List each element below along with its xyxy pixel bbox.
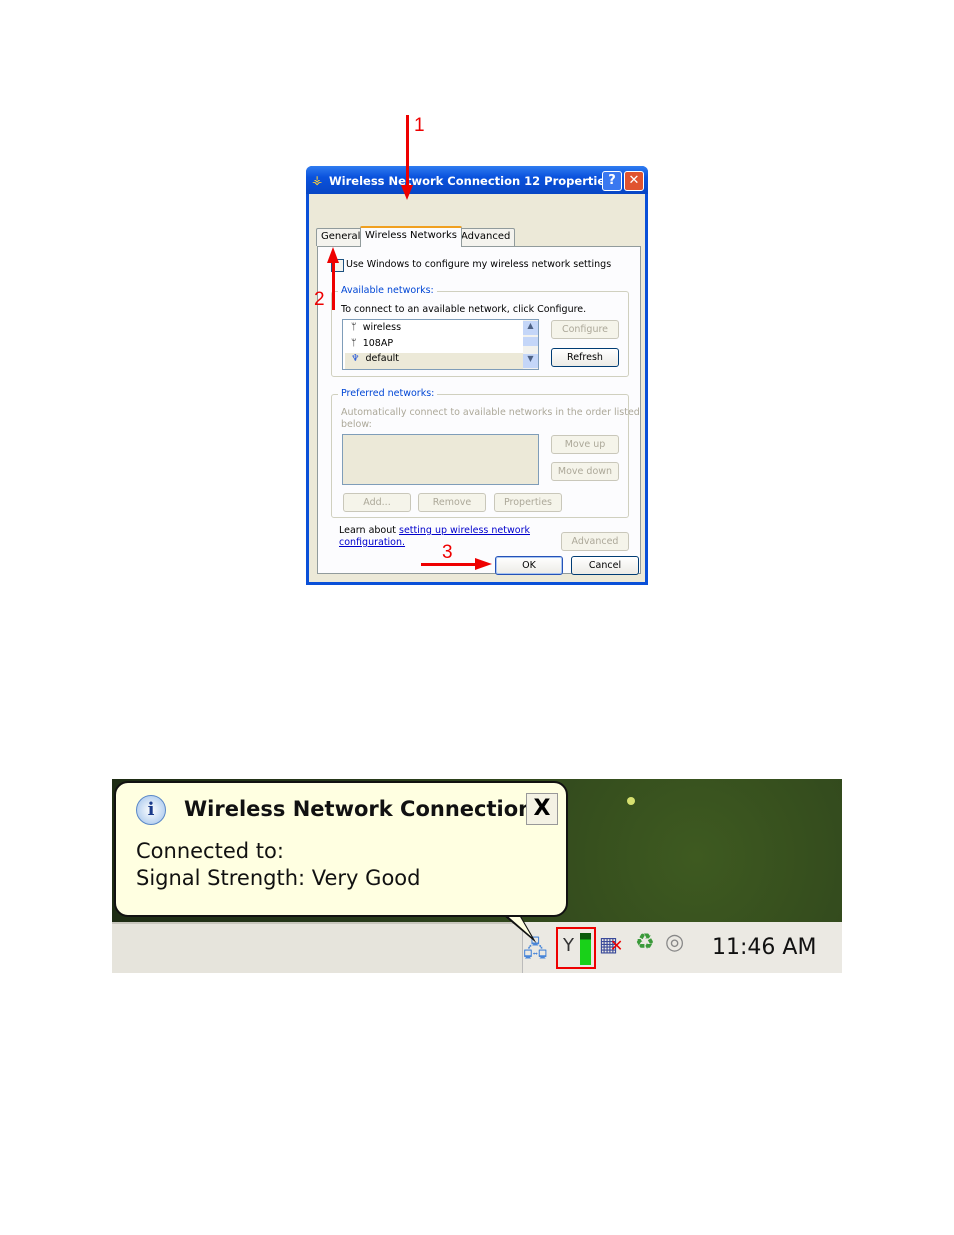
network-icon: ⚶ (312, 173, 323, 187)
preferred-hint-2: below: (341, 419, 372, 430)
wireless-signal-icon[interactable]: Y (556, 927, 596, 969)
notification-close-button[interactable]: X (526, 793, 558, 825)
use-windows-label: Use Windows to configure my wireless net… (346, 259, 612, 270)
step-2-label: 2 (314, 289, 325, 310)
title-bar: ⚶ Wireless Network Connection 12 Propert… (306, 166, 648, 194)
close-button[interactable]: ✕ (624, 171, 644, 191)
antenna-icon: ᛘ (351, 322, 357, 333)
disconnected-network-icon[interactable]: ▦✕ (599, 932, 623, 956)
notification-line-1: Connected to: (136, 839, 284, 863)
available-networks-title: Available networks: (338, 285, 437, 296)
notification-title: Wireless Network Connection (184, 797, 534, 821)
ok-button[interactable]: OK (495, 556, 563, 575)
preferred-networks-list[interactable] (342, 434, 539, 485)
properties-dialog: ⚶ Wireless Network Connection 12 Propert… (306, 166, 648, 585)
arrow-3-head (475, 558, 492, 570)
info-icon: i (136, 795, 166, 825)
arrow-2-head (327, 247, 339, 263)
antenna-icon: Y (563, 935, 574, 956)
tab-wireless-networks[interactable]: Wireless Networks (360, 226, 462, 247)
notification-balloon[interactable]: i Wireless Network Connection X Connecte… (114, 781, 568, 917)
arrow-1-shaft (406, 115, 409, 187)
cancel-button[interactable]: Cancel (571, 556, 639, 575)
step-3-label: 3 (442, 542, 453, 563)
learn-link-2[interactable]: configuration. (339, 537, 405, 548)
clock[interactable]: 11:46 AM (712, 935, 816, 960)
scroll-up-icon[interactable]: ▲ (523, 321, 538, 335)
scrollbar[interactable]: ▲ ▼ (523, 320, 538, 369)
tab-general[interactable]: General (316, 228, 366, 246)
configure-button[interactable]: Configure (551, 320, 619, 339)
safely-remove-icon[interactable]: ♻ (635, 930, 655, 955)
arrow-2-shaft (332, 262, 335, 310)
move-down-button[interactable]: Move down (551, 462, 619, 481)
available-hint: To connect to an available network, clic… (341, 304, 587, 315)
properties-button[interactable]: Properties (494, 493, 562, 512)
system-tray: 🖧 Y ▦✕ ♻ ◎ 11:46 AM (522, 922, 842, 973)
wireless-icon: ♆ (351, 353, 360, 364)
taskbar-screenshot: 🖧 Y ▦✕ ♻ ◎ 11:46 AM i Wireless Network C… (112, 779, 842, 973)
add-button[interactable]: Add... (343, 493, 411, 512)
light-spot (627, 797, 635, 805)
notification-line-2: Signal Strength: Very Good (136, 866, 421, 890)
tab-advanced[interactable]: Advanced (456, 228, 516, 246)
scroll-thumb[interactable] (523, 337, 538, 346)
tab-panel: Use Windows to configure my wireless net… (317, 246, 641, 574)
scroll-down-icon[interactable]: ▼ (523, 354, 538, 368)
learn-about-text: Learn about setting up wireless network (339, 525, 530, 536)
arrow-1-head (401, 185, 413, 200)
help-button[interactable]: ? (602, 171, 622, 191)
volume-icon[interactable]: ◎ (665, 930, 684, 955)
preferred-hint: Automatically connect to available netwo… (341, 407, 640, 418)
signal-bar (580, 933, 591, 965)
available-networks-list[interactable]: ᛘ wireless ᛘ 108AP ♆ default ▲ ▼ (342, 319, 539, 370)
refresh-button[interactable]: Refresh (551, 348, 619, 367)
list-item[interactable]: ♆ default (345, 353, 523, 369)
dialog-body: General Wireless Networks Advanced Use W… (309, 194, 645, 582)
learn-link[interactable]: setting up wireless network (399, 525, 530, 536)
dialog-title: Wireless Network Connection 12 Propertie… (329, 174, 612, 188)
list-item[interactable]: ᛘ 108AP (345, 338, 523, 353)
preferred-networks-title: Preferred networks: (338, 388, 438, 399)
list-item[interactable]: ᛘ wireless (345, 322, 523, 337)
remove-button[interactable]: Remove (418, 493, 486, 512)
step-1-label: 1 (414, 115, 425, 136)
move-up-button[interactable]: Move up (551, 435, 619, 454)
antenna-icon: ᛘ (351, 338, 357, 349)
advanced-button[interactable]: Advanced (561, 532, 629, 551)
